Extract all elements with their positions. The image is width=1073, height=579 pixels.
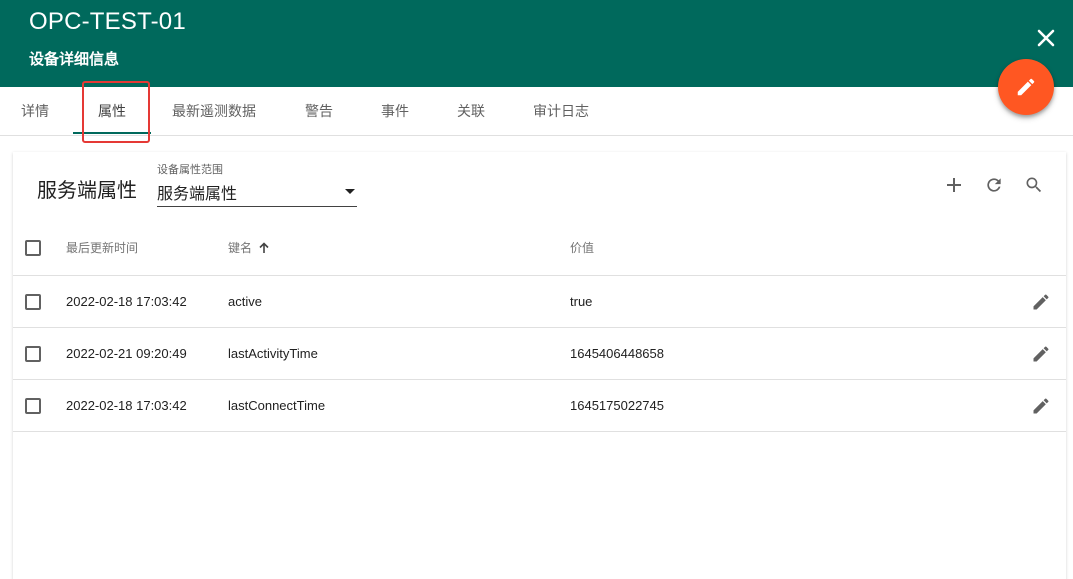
- scope-label: 设备属性范围: [157, 163, 223, 176]
- add-button[interactable]: [941, 172, 967, 198]
- tab-details[interactable]: 详情: [6, 87, 64, 135]
- tab-label: 详情: [21, 104, 49, 120]
- cell-value: true: [570, 294, 593, 309]
- dialog-header: OPC-TEST-01 设备详细信息: [0, 0, 1073, 87]
- card-title: 服务端属性: [37, 178, 137, 202]
- edit-row-button[interactable]: [1029, 290, 1053, 314]
- pencil-icon: [1033, 345, 1049, 361]
- pencil-icon: [1033, 293, 1049, 309]
- column-header-value[interactable]: 价值: [570, 220, 594, 275]
- cell-value: 1645175022745: [570, 398, 664, 413]
- cell-last-update-time: 2022-02-21 09:20:49: [66, 346, 187, 361]
- cell-last-update-time: 2022-02-18 17:03:42: [66, 294, 187, 309]
- search-button[interactable]: [1021, 172, 1047, 198]
- tab-latest-telemetry[interactable]: 最新遥测数据: [160, 87, 268, 135]
- tab-label: 最新遥测数据: [172, 104, 256, 120]
- close-button[interactable]: [1031, 23, 1061, 53]
- tab-label: 事件: [381, 104, 409, 120]
- add-icon: [947, 178, 961, 192]
- table-row: 2022-02-21 09:20:49 lastActivityTime 164…: [13, 328, 1066, 380]
- tab-label: 审计日志: [533, 104, 589, 120]
- column-header-key-label: 键名: [228, 241, 253, 255]
- tab-label: 属性: [98, 104, 126, 120]
- tab-relations[interactable]: 关联: [440, 87, 502, 135]
- cell-last-update-time: 2022-02-18 17:03:42: [66, 398, 187, 413]
- row-checkbox[interactable]: [25, 293, 41, 310]
- tab-label: 关联: [457, 104, 485, 120]
- table-row: 2022-02-18 17:03:42 active true: [13, 276, 1066, 328]
- close-icon: [1037, 29, 1055, 47]
- tab-audit-logs[interactable]: 审计日志: [520, 87, 602, 135]
- pencil-icon: [1017, 78, 1035, 96]
- table-row: 2022-02-18 17:03:42 lastConnectTime 1645…: [13, 380, 1066, 432]
- refresh-button[interactable]: [981, 172, 1007, 198]
- edit-row-button[interactable]: [1029, 394, 1053, 418]
- edit-fab-button[interactable]: [998, 59, 1054, 115]
- row-checkbox[interactable]: [25, 345, 41, 362]
- table-header-row: 最后更新时间 键名 价值: [13, 220, 1066, 276]
- cell-value: 1645406448658: [570, 346, 664, 361]
- select-all-checkbox[interactable]: [25, 239, 41, 256]
- search-icon: [1026, 177, 1042, 193]
- edit-row-button[interactable]: [1029, 342, 1053, 366]
- pencil-icon: [1033, 397, 1049, 413]
- refresh-icon: [987, 178, 1001, 192]
- cell-key: lastActivityTime: [228, 346, 318, 361]
- column-header-time[interactable]: 最后更新时间: [66, 220, 138, 275]
- chevron-down-icon: [345, 189, 355, 194]
- tab-attributes[interactable]: 属性: [73, 87, 151, 135]
- active-tab-indicator: [73, 132, 151, 134]
- cell-key: lastConnectTime: [228, 398, 326, 413]
- cell-key: active: [228, 294, 262, 309]
- attribute-scope-select[interactable]: 服务端属性: [157, 178, 357, 207]
- tab-alarms[interactable]: 警告: [288, 87, 350, 135]
- attributes-card: 服务端属性 设备属性范围 服务端属性 最后更新时间 键名 价值 2022-02-…: [13, 152, 1066, 579]
- arrow-up-icon: [259, 241, 269, 253]
- column-header-key[interactable]: 键名: [228, 220, 270, 275]
- scope-selected-value: 服务端属性: [157, 184, 238, 203]
- device-title: OPC-TEST-01: [29, 8, 186, 35]
- attributes-table: 最后更新时间 键名 价值 2022-02-18 17:03:42 active …: [13, 220, 1066, 432]
- tab-label: 警告: [305, 104, 333, 120]
- row-checkbox[interactable]: [25, 397, 41, 414]
- tab-bar: 详情 属性 最新遥测数据 警告 事件 关联 审计日志: [0, 87, 1073, 136]
- device-subtitle: 设备详细信息: [29, 50, 120, 68]
- tab-events[interactable]: 事件: [364, 87, 426, 135]
